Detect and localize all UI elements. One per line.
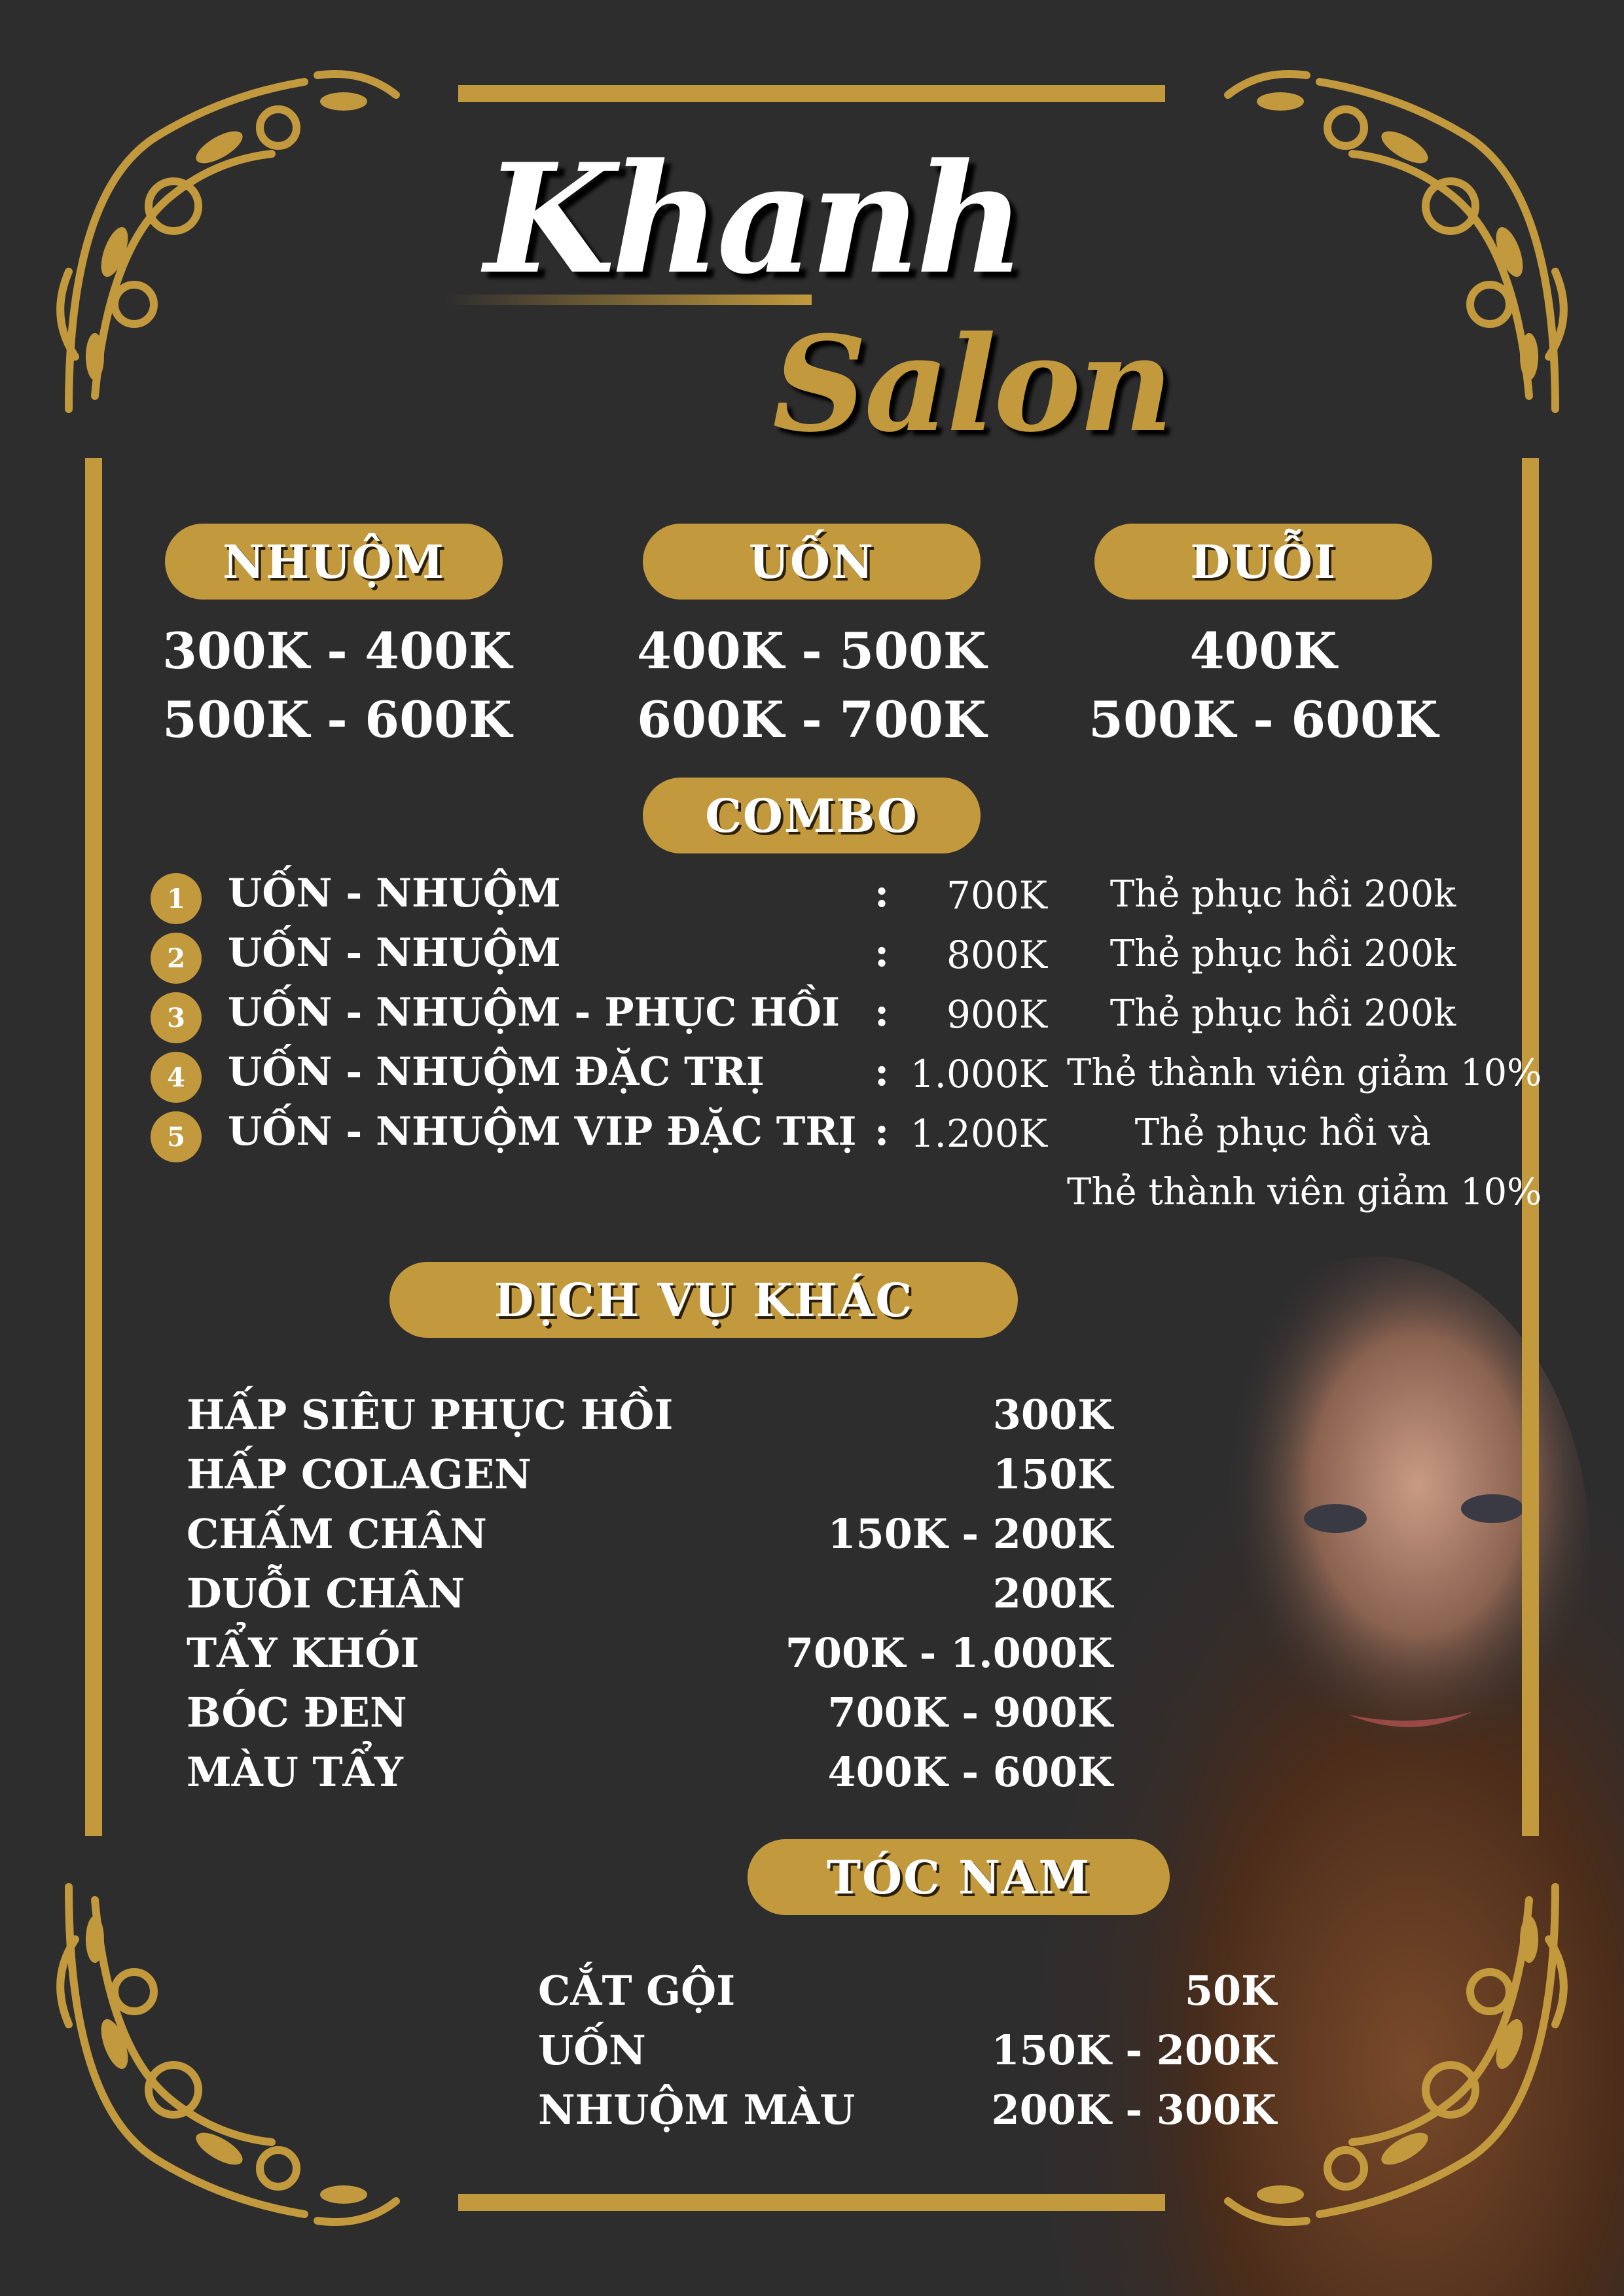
combo-name: UỐN - NHUỘM - PHỤC HỒI	[228, 990, 840, 1035]
service-name: MÀU TẨY	[187, 1748, 403, 1796]
combo-number-badge: 3	[151, 992, 202, 1043]
combo-price: 700K	[946, 873, 1047, 918]
combo-name: UỐN - NHUỘM VIP ĐẶC TRỊ	[228, 1109, 857, 1155]
pill-duoi: DUỖI	[1094, 524, 1432, 600]
service-price: 200K - 300K	[991, 2086, 1276, 2134]
combo-name: UỐN - NHUỘM ĐẶC TRỊ	[228, 1049, 765, 1095]
combo-note: Thẻ phục hồi 200k	[1110, 873, 1456, 916]
service-name: HẤP COLAGEN	[187, 1450, 532, 1498]
price-uon-2: 600K - 700K	[637, 691, 986, 749]
service-price: 700K - 900K	[827, 1689, 1113, 1736]
combo-note: Thẻ phục hồi 200k	[1110, 992, 1456, 1035]
pill-uon: UỐN	[643, 524, 981, 600]
right-border-bar	[1522, 458, 1539, 1836]
service-name: DUỖI CHÂN	[187, 1570, 465, 1617]
service-name: BÓC ĐEN	[187, 1689, 407, 1736]
service-name: NHUỘM MÀU	[538, 2086, 856, 2134]
service-name: UỐN	[538, 2026, 646, 2074]
pill-nhuom: NHUỘM	[165, 524, 503, 600]
price-nhuom-1: 300K - 400K	[162, 622, 512, 680]
combo-colon: :	[875, 930, 890, 976]
service-price: 400K - 600K	[827, 1748, 1113, 1796]
combo-number-badge: 1	[151, 873, 202, 924]
price-nhuom-2: 500K - 600K	[162, 691, 512, 749]
combo-colon: :	[875, 1049, 890, 1095]
combo-number-badge: 2	[151, 933, 202, 984]
combo-name: UỐN - NHUỘM	[228, 870, 561, 916]
floral-corner-ornament	[1224, 70, 1568, 413]
combo-colon: :	[875, 990, 890, 1035]
combo-colon: :	[875, 870, 890, 916]
logo-word-salon: Salon	[772, 308, 1174, 461]
combo-price: 800K	[946, 933, 1047, 977]
service-price: 150K	[992, 1450, 1113, 1498]
price-duoi-1: 400K	[1189, 622, 1337, 680]
service-price: 700K - 1.000K	[785, 1629, 1113, 1677]
pill-other-services: DỊCH VỤ KHÁC	[389, 1262, 1018, 1338]
bottom-divider-bar	[458, 2194, 1165, 2211]
floral-corner-ornament	[56, 1883, 400, 2226]
floral-corner-ornament	[56, 70, 400, 413]
service-price: 150K - 200K	[827, 1510, 1113, 1558]
top-divider-bar	[458, 85, 1165, 102]
service-name: HẤP SIÊU PHỤC HỒI	[187, 1391, 674, 1439]
combo-colon: :	[875, 1109, 890, 1155]
combo-number-badge: 4	[151, 1052, 202, 1103]
combo-note-line2: Thẻ thành viên giảm 10%	[1067, 1171, 1542, 1213]
service-price: 50K	[1184, 1967, 1276, 2015]
combo-number-badge: 5	[151, 1111, 202, 1162]
service-price: 300K	[992, 1391, 1113, 1439]
combo-note: Thẻ phục hồi 200k	[1110, 933, 1456, 975]
combo-price: 1.000K	[910, 1052, 1047, 1096]
left-border-bar	[85, 458, 102, 1836]
combo-note: Thẻ thành viên giảm 10%	[1067, 1052, 1542, 1094]
combo-price: 900K	[946, 992, 1047, 1037]
service-name: CHẤM CHÂN	[187, 1510, 487, 1558]
pill-mens-hair: TÓC NAM	[748, 1839, 1170, 1915]
price-uon-1: 400K - 500K	[637, 622, 986, 680]
combo-name: UỐN - NHUỘM	[228, 930, 561, 976]
combo-note: Thẻ phục hồi và	[1134, 1111, 1432, 1154]
logo: Khanh Salon	[445, 131, 1198, 497]
service-price: 200K	[992, 1570, 1113, 1617]
service-name: TẨY KHÓI	[187, 1629, 420, 1677]
price-duoi-2: 500K - 600K	[1089, 691, 1438, 749]
service-price: 150K - 200K	[991, 2026, 1276, 2074]
logo-word-khanh: Khanh	[484, 131, 1026, 308]
service-name: CẮT GỘI	[538, 1967, 736, 2015]
combo-price: 1.200K	[910, 1111, 1047, 1156]
price-menu-poster: Khanh Salon NHUỘM UỐN DUỖI 300K - 400K 5…	[0, 0, 1624, 2296]
pill-combo: COMBO	[643, 778, 981, 853]
